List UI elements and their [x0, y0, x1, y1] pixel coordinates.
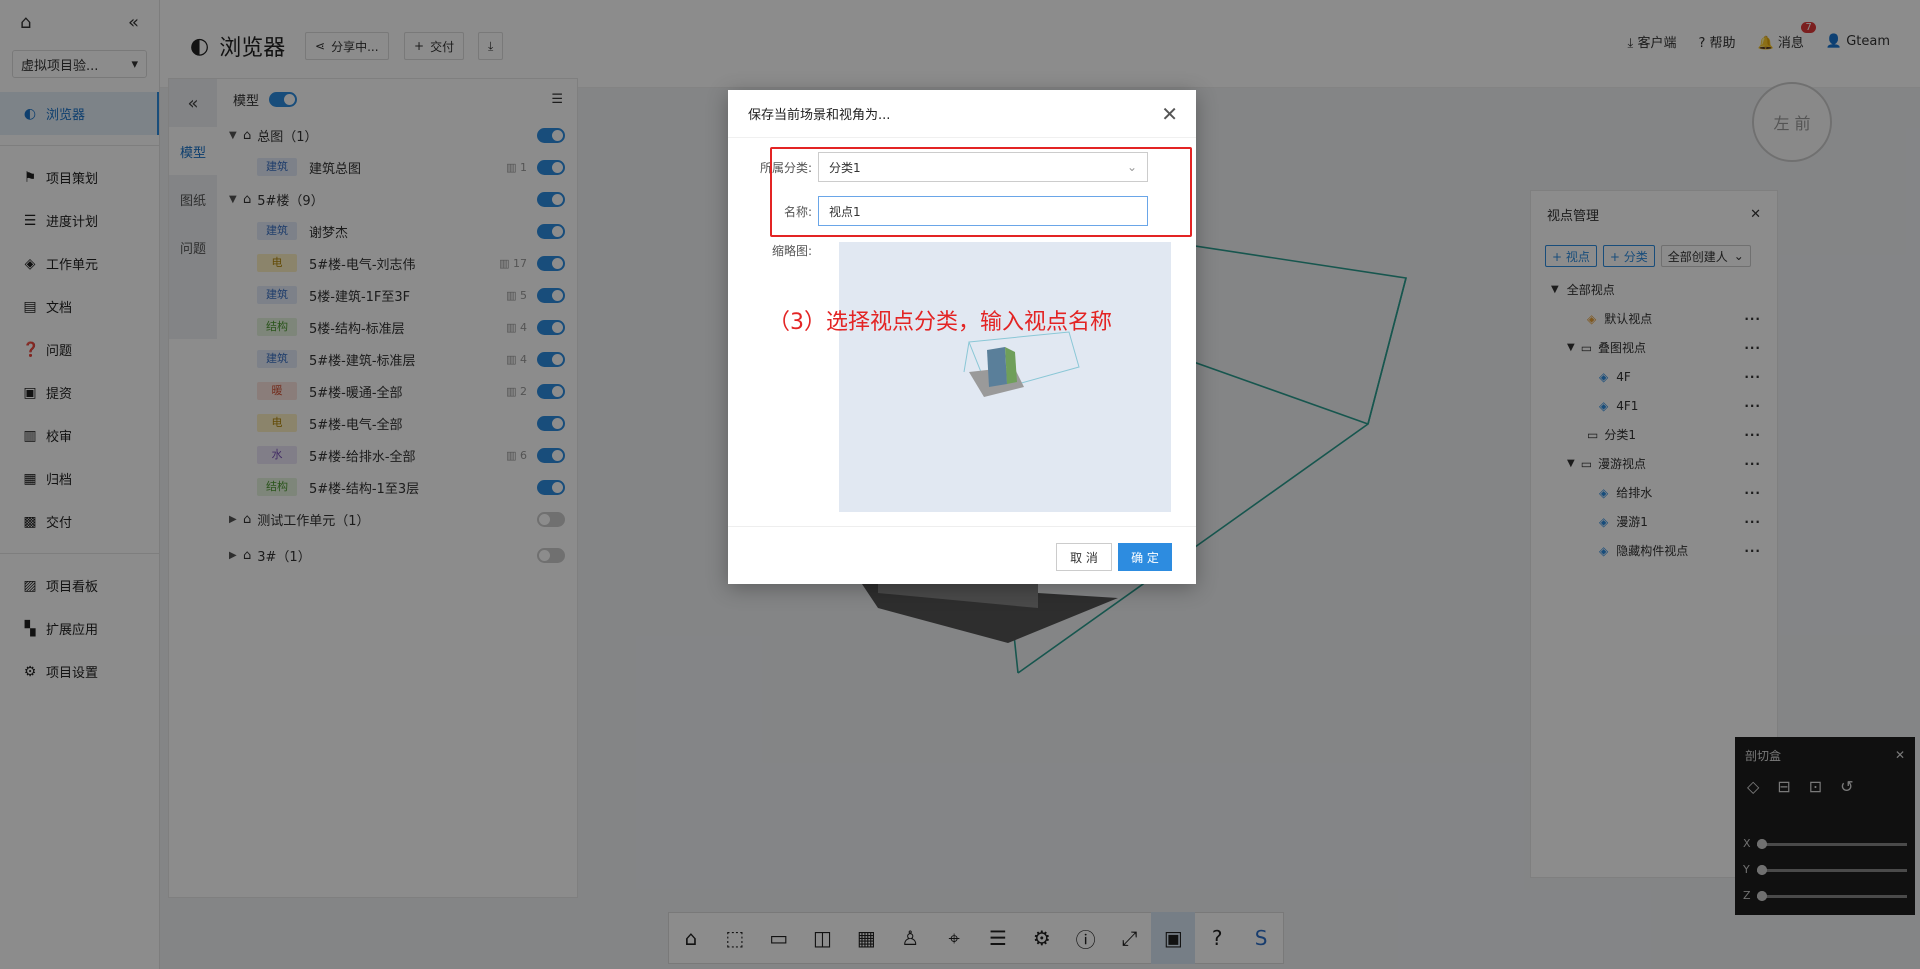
highlight-box [770, 147, 1192, 237]
confirm-button[interactable]: 确 定 [1118, 543, 1172, 571]
save-viewpoint-dialog: 保存当前场景和视角为... ✕ 所属分类: 分类1 ⌄ 名称: 视点1 缩略图:… [728, 90, 1196, 584]
dialog-header: 保存当前场景和视角为... ✕ [728, 90, 1196, 138]
close-icon[interactable]: ✕ [1161, 102, 1178, 126]
dialog-title: 保存当前场景和视角为... [748, 108, 891, 123]
cancel-button[interactable]: 取 消 [1056, 543, 1112, 571]
dialog-footer: 取 消 确 定 [728, 526, 1196, 584]
thumbnail-preview [839, 242, 1171, 512]
thumbnail-image [963, 331, 1080, 397]
thumbnail-label-row: 缩略图: [771, 244, 812, 258]
tutorial-annotation: （3）选择视点分类，输入视点名称 [768, 310, 1112, 335]
